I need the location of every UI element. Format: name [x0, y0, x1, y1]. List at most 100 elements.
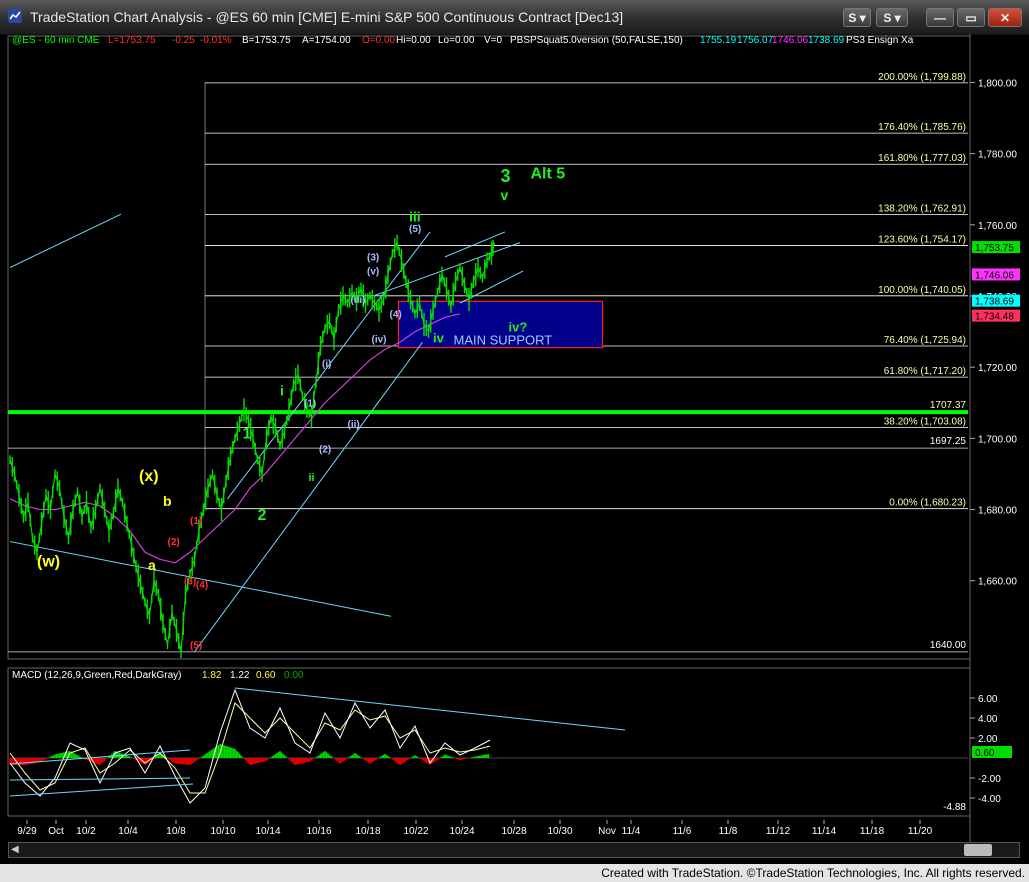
restore-button[interactable]: ▭ — [957, 8, 985, 27]
fib-level-label: 100.00% (1,740.05) — [878, 285, 966, 296]
fib-level-label: 0.00% (1,680.23) — [889, 498, 966, 509]
wave-label: 2 — [258, 507, 267, 524]
wave-label: 3 — [501, 166, 511, 186]
price-header-field: Lo=0.00 — [438, 35, 475, 46]
minimize-button[interactable]: — — [926, 8, 954, 27]
macd-value-1: 1.82 — [202, 670, 222, 681]
price-axis-label: 1,760.00 — [978, 221, 1017, 232]
x-axis-label: 11/20 — [908, 826, 933, 837]
price-header-field: Hi=0.00 — [396, 35, 431, 46]
wave-label: Alt 5 — [531, 166, 566, 183]
price-header-field: PS3 Ensign Xa — [846, 35, 914, 46]
price-marker-label: 1,753.75 — [975, 243, 1014, 254]
close-button[interactable]: ✕ — [988, 8, 1022, 27]
horizontal-level-label: 1697.25 — [930, 436, 967, 447]
price-header-field: 1755.19 — [700, 35, 737, 46]
wave-label: (3) — [367, 252, 379, 263]
wave-label: (iii) — [351, 295, 366, 306]
s-dropdown-button[interactable]: S ▾ — [843, 8, 871, 27]
chart-area[interactable]: @ES - 60 min CME L=1753.75 -0.25 -0.01% B=17… — [0, 34, 1029, 842]
macd-axis-label: 4.00 — [978, 714, 998, 725]
macd-value-4: 0.00 — [284, 670, 304, 681]
price-header-field: 1756.07 — [737, 35, 774, 46]
price-header-field: @ES - 60 min CME — [12, 35, 100, 46]
x-axis-label: 10/4 — [118, 826, 138, 837]
horizontal-level-label: 1640.00 — [930, 640, 967, 651]
price-header-field: L=1753.75 — [108, 35, 156, 46]
price-axis-label: 1,720.00 — [978, 363, 1017, 374]
wave-label: (w) — [37, 553, 60, 570]
wave-iv-question-label: iv? — [509, 320, 528, 335]
price-marker-label: 1,738.69 — [975, 297, 1014, 308]
wave-label: (x) — [139, 468, 159, 485]
price-header-field: -0.01% — [200, 35, 232, 46]
macd-axis-label: -4.00 — [978, 794, 1001, 805]
x-axis-label: 11/6 — [673, 826, 692, 837]
macd-header-label: MACD (12,26,9,Green,Red,DarkGray) — [12, 670, 182, 681]
macd-axis-label: -2.00 — [978, 774, 1001, 785]
price-marker-label: 1,734.48 — [975, 312, 1014, 323]
macd-value-3: 0.60 — [256, 670, 276, 681]
fib-level-label: 38.20% (1,703.08) — [884, 416, 966, 427]
fib-level-label: 123.60% (1,754.17) — [878, 235, 966, 246]
x-axis-label: Nov — [598, 826, 616, 837]
price-header-field: 1746.06 — [772, 35, 809, 46]
wave-label: ii — [309, 472, 315, 484]
price-axis-label: 1,660.00 — [978, 577, 1017, 588]
price-header-field: O=0.00 — [362, 35, 396, 46]
main-support-label: MAIN SUPPORT — [454, 333, 553, 348]
s-button-label: S — [848, 11, 857, 25]
price-header-field: V=0 — [484, 35, 503, 46]
scroll-left-arrow-icon[interactable]: ◀ — [11, 844, 23, 856]
fib-level-label: 176.40% (1,785.76) — [878, 122, 966, 133]
window-title: TradeStation Chart Analysis - @ES 60 min… — [30, 9, 624, 25]
wave-label: a — [148, 557, 156, 573]
price-axis-label: 1,800.00 — [978, 78, 1017, 89]
wave-label: (1) — [304, 398, 316, 409]
price-axis-label: 1,780.00 — [978, 150, 1017, 161]
x-axis-label: 9/29 — [17, 826, 37, 837]
fib-level-label: 61.80% (1,717.20) — [884, 366, 966, 377]
wave-label: (i) — [322, 359, 331, 370]
x-axis-label: 10/22 — [403, 826, 428, 837]
x-axis-label: 10/8 — [166, 826, 186, 837]
x-axis-label: 11/14 — [812, 826, 837, 837]
x-axis-label: 10/16 — [306, 826, 331, 837]
x-axis-label: 11/8 — [719, 826, 738, 837]
wave-label: v — [501, 187, 509, 203]
scrollbar-thumb[interactable] — [964, 844, 992, 856]
price-header-field: PBSPSquat5.0version (50,FALSE,150) — [510, 35, 683, 46]
wave-label: i — [280, 383, 284, 399]
fib-level-label: 161.80% (1,777.03) — [878, 153, 966, 164]
macd-value-2: 1.22 — [230, 670, 250, 681]
price-header-field: -0.25 — [172, 35, 195, 46]
wave-label: (2) — [168, 537, 180, 548]
wave-label: (iv) — [372, 334, 387, 345]
tradestation-app-icon — [8, 9, 22, 23]
price-header-field: A=1754.00 — [302, 35, 351, 46]
title-bar: TradeStation Chart Analysis - @ES 60 min… — [0, 0, 1029, 35]
x-axis-label: 11/4 — [622, 826, 641, 837]
wave-label: 1 — [243, 425, 252, 442]
x-axis-label: 10/30 — [547, 826, 572, 837]
x-axis-label: 10/2 — [76, 826, 96, 837]
price-axis-label: 1,700.00 — [978, 434, 1017, 445]
wave-label: (4) — [196, 580, 208, 591]
macd-axis-label: 2.00 — [978, 734, 998, 745]
horizontal-scrollbar[interactable]: ◀ — [8, 842, 1020, 858]
wave-label: iv — [433, 330, 445, 345]
wave-label: iii — [409, 208, 421, 224]
wave-label: (ii) — [348, 420, 360, 431]
macd-marker-label: 0.60 — [975, 748, 995, 759]
wave-label: (5) — [190, 640, 202, 651]
wave-label: (v) — [367, 267, 379, 278]
x-axis-label: 10/10 — [210, 826, 235, 837]
copyright-text: Created with TradeStation. ©TradeStation… — [601, 866, 1025, 880]
link-dropdown-button[interactable]: S ▾ — [876, 8, 908, 27]
macd-bottom-label: -4.88 — [943, 802, 966, 813]
wave-label: (2) — [319, 445, 331, 456]
wave-label: (5) — [409, 224, 421, 235]
x-axis-label: 10/18 — [355, 826, 380, 837]
x-axis-label: 10/28 — [501, 826, 526, 837]
wave-label: (3) — [184, 576, 196, 587]
